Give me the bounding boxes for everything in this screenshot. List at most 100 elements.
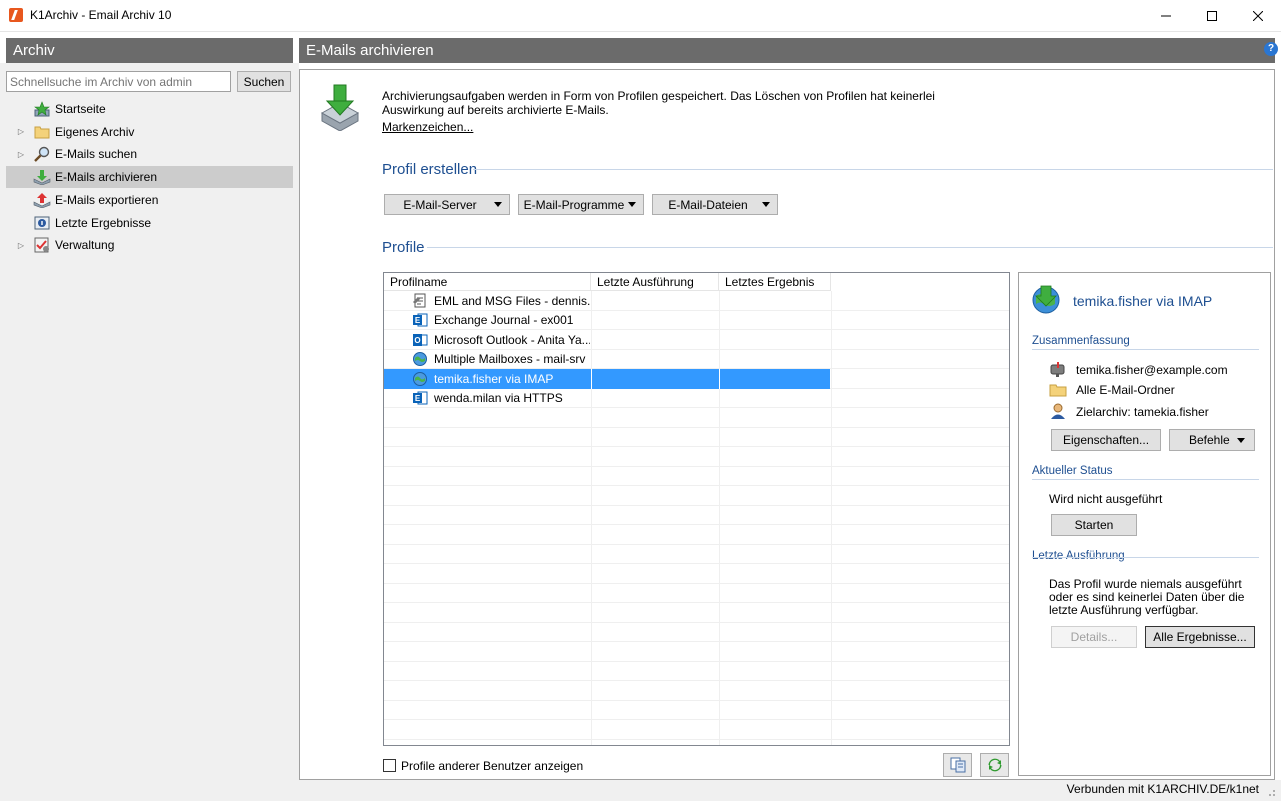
profile-row[interactable]: Ewenda.milan via HTTPS <box>384 389 830 409</box>
app-logo-icon <box>9 8 23 22</box>
title-bar <box>0 0 1281 32</box>
nav-item[interactable]: Startseite <box>6 98 293 120</box>
close-icon <box>1253 10 1263 21</box>
navigation-header: Archiv <box>6 38 293 63</box>
summary-heading: Zusammenfassung <box>1032 335 1130 347</box>
nav-item[interactable]: Letzte Ergebnisse <box>6 212 293 234</box>
globe-icon <box>412 371 428 387</box>
refresh-button[interactable] <box>980 753 1009 777</box>
admin-icon <box>33 237 51 253</box>
email-files-dropdown[interactable]: E-Mail-Dateien <box>652 194 778 215</box>
grid-row-line <box>384 584 1009 603</box>
minimize-button[interactable] <box>1143 0 1189 31</box>
grid-row-line <box>384 623 1009 642</box>
nav-item-label: E-Mails exportieren <box>55 192 159 207</box>
profile-name: Microsoft Outlook - Anita Ya... <box>434 332 590 347</box>
grid-row-line <box>384 720 1009 740</box>
grid-row-line <box>384 603 1009 623</box>
export-icon <box>33 192 51 208</box>
dropdown-label: Befehle <box>1189 433 1230 447</box>
grid-column-line <box>831 291 832 745</box>
nav-item-label: Startseite <box>55 102 106 116</box>
grid-row-line <box>384 564 1009 584</box>
email-server-dropdown[interactable]: E-Mail-Server <box>384 194 510 215</box>
nav-item[interactable]: ▷ E-Mails suchen <box>6 143 293 165</box>
maximize-button[interactable] <box>1189 0 1235 31</box>
nav-item-label: Letzte Ergebnisse <box>55 215 152 230</box>
grid-row-line <box>384 447 1009 467</box>
connection-status: Verbunden mit K1ARCHIV.DE/k1net <box>1066 782 1259 796</box>
details-button[interactable]: Details... <box>1051 626 1137 648</box>
profile-name: Exchange Journal - ex001 <box>434 313 574 328</box>
grid-row-line <box>384 486 1009 506</box>
files-icon <box>412 293 428 309</box>
grid-row-line <box>384 506 1009 525</box>
cell-separator <box>591 369 592 389</box>
nav-item[interactable]: E-Mails archivieren <box>6 166 293 189</box>
intro-description: Archivierungsaufgaben werden in Form von… <box>382 89 935 117</box>
folder-icon <box>33 124 51 140</box>
svg-text:E: E <box>415 394 421 403</box>
search-button[interactable]: Suchen <box>237 71 291 92</box>
resize-grip-icon[interactable] <box>1266 787 1276 797</box>
expand-arrow-icon[interactable]: ▷ <box>15 127 27 136</box>
results-icon <box>33 215 51 231</box>
chevron-down-icon <box>762 202 770 207</box>
profile-row[interactable]: EML and MSG Files - dennis.... <box>384 291 830 311</box>
properties-button[interactable]: Eigenschaften... <box>1051 429 1161 451</box>
column-header-last-run[interactable]: Letzte Ausführung <box>591 273 719 291</box>
close-button[interactable] <box>1235 0 1281 31</box>
profile-row[interactable]: O Microsoft Outlook - Anita Ya... <box>384 330 830 350</box>
start-button[interactable]: Starten <box>1051 514 1137 536</box>
dropdown-label: E-Mail-Dateien <box>668 197 748 212</box>
expand-arrow-icon[interactable]: ▷ <box>15 241 27 250</box>
minimize-icon <box>1161 15 1171 16</box>
help-icon[interactable]: ? <box>1264 42 1278 56</box>
chevron-down-icon <box>628 202 636 207</box>
commands-dropdown[interactable]: Befehle <box>1169 429 1255 451</box>
dropdown-label: E-Mail-Programme <box>523 197 625 212</box>
status-heading: Aktueller Status <box>1032 465 1113 477</box>
section-divider <box>1032 349 1259 350</box>
nav-item[interactable]: E-Mails exportieren <box>6 189 293 211</box>
quick-search-input[interactable] <box>6 71 231 92</box>
section-divider <box>1032 557 1259 558</box>
globe-icon <box>412 351 428 367</box>
grid-row-line <box>384 428 1009 447</box>
create-profile-heading: Profil erstellen <box>382 161 478 178</box>
section-divider <box>473 169 1273 170</box>
grid-row-line <box>384 408 1009 428</box>
copy-icon <box>950 757 965 773</box>
profile-row[interactable]: E Exchange Journal - ex001 <box>384 311 830 331</box>
star-icon <box>33 101 51 117</box>
profile-title: temika.fisher via IMAP <box>1073 293 1213 309</box>
nav-item-label: E-Mails archivieren <box>55 170 158 185</box>
profile-list[interactable]: Profilname Letzte Ausführung Letztes Erg… <box>383 272 1010 746</box>
trademark-link[interactable]: Markenzeichen... <box>382 120 473 134</box>
last-run-heading: Letzte Ausführung <box>1032 550 1125 562</box>
chevron-down-icon <box>494 202 502 207</box>
show-other-users-checkbox[interactable] <box>383 759 396 772</box>
section-divider <box>427 247 1273 248</box>
nav-item[interactable]: ▷ Eigenes Archiv <box>6 121 293 143</box>
all-results-button[interactable]: Alle Ergebnisse... <box>1145 626 1255 648</box>
grid-row-line <box>384 525 1009 545</box>
email-programs-dropdown[interactable]: E-Mail-Programme <box>518 194 644 215</box>
folder-icon <box>1049 384 1067 397</box>
svg-text:E: E <box>415 316 421 325</box>
expand-arrow-icon[interactable]: ▷ <box>15 150 27 159</box>
imap-globe-icon <box>1032 285 1060 314</box>
nav-item[interactable]: ▷ Verwaltung <box>6 234 293 256</box>
column-header-profile-name[interactable]: Profilname <box>384 273 591 291</box>
profile-row[interactable]: Multiple Mailboxes - mail-srv <box>384 350 830 370</box>
last-run-text: Das Profil wurde niemals ausgeführt oder… <box>1049 577 1245 617</box>
grid-row-line <box>384 467 1009 486</box>
grid-row-line <box>384 681 1009 701</box>
column-header-last-result[interactable]: Letztes Ergebnis <box>719 273 831 291</box>
copy-profile-button[interactable] <box>943 753 972 777</box>
dropdown-label: E-Mail-Server <box>403 197 477 212</box>
profile-row[interactable]: temika.fisher via IMAP <box>384 369 830 389</box>
profile-name: Multiple Mailboxes - mail-srv <box>434 352 586 367</box>
profile-name: wenda.milan via HTTPS <box>434 391 563 406</box>
exchange-icon: E <box>412 390 428 406</box>
